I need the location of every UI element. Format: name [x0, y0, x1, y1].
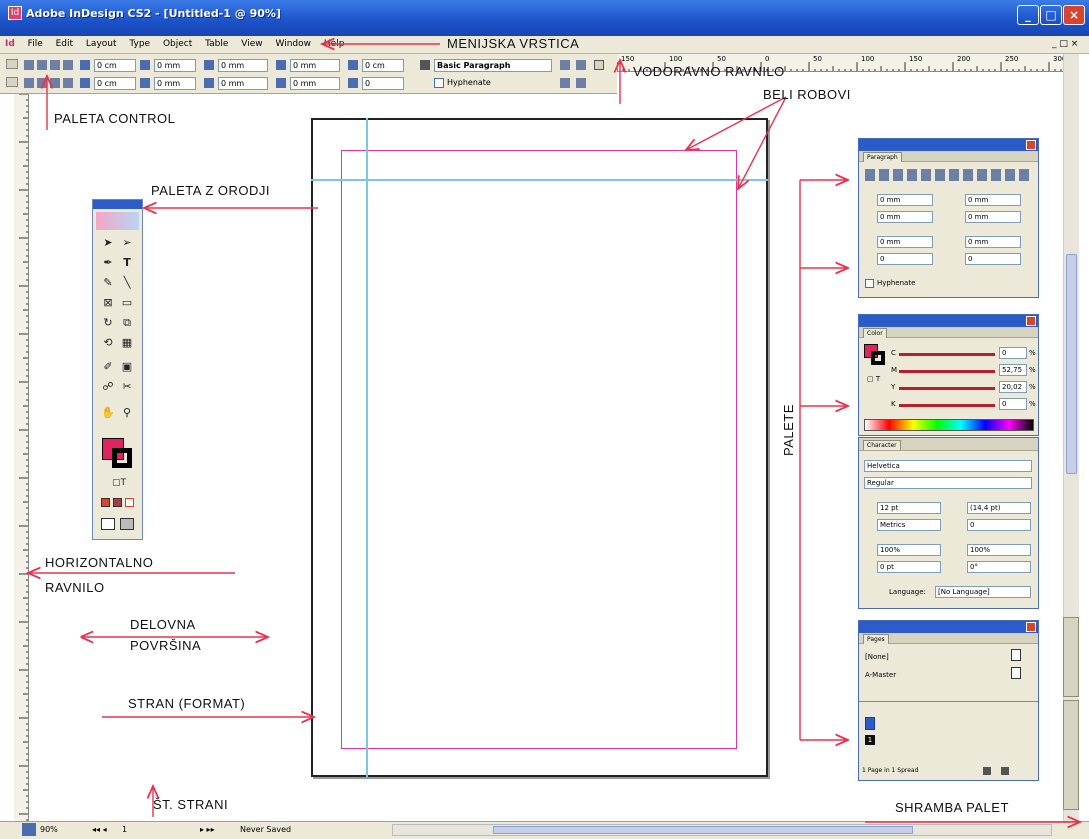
annotation-horizontal-ruler: VODORAVNO RAVNILO: [633, 64, 785, 79]
annotation-vertical-ruler-1: HORIZONTALNO: [45, 555, 154, 570]
annotation-bleed: BELI ROBOVI: [763, 87, 851, 102]
annotation-tools-palette: PALETA Z ORODJI: [151, 183, 270, 198]
annotation-arrow: [738, 96, 787, 189]
annotation-vertical-ruler-2: RAVNILO: [45, 580, 105, 595]
annotation-palette-dock: SHRAMBA PALET: [895, 800, 1009, 815]
annotation-page: STRAN (FORMAT): [128, 696, 246, 711]
annotation-page-number: ŠT. STRANI: [153, 797, 229, 812]
annotation-menu-bar: MENIJSKA VRSTICA: [447, 36, 580, 51]
annotation-arrow: [686, 96, 787, 150]
annotation-control-palette: PALETA CONTROL: [54, 111, 176, 126]
annotation-workspace-2: POVRŠINA: [130, 638, 202, 653]
annotation-workspace-1: DELOVNA: [130, 617, 196, 632]
annotation-palettes: PALETE: [781, 404, 796, 456]
